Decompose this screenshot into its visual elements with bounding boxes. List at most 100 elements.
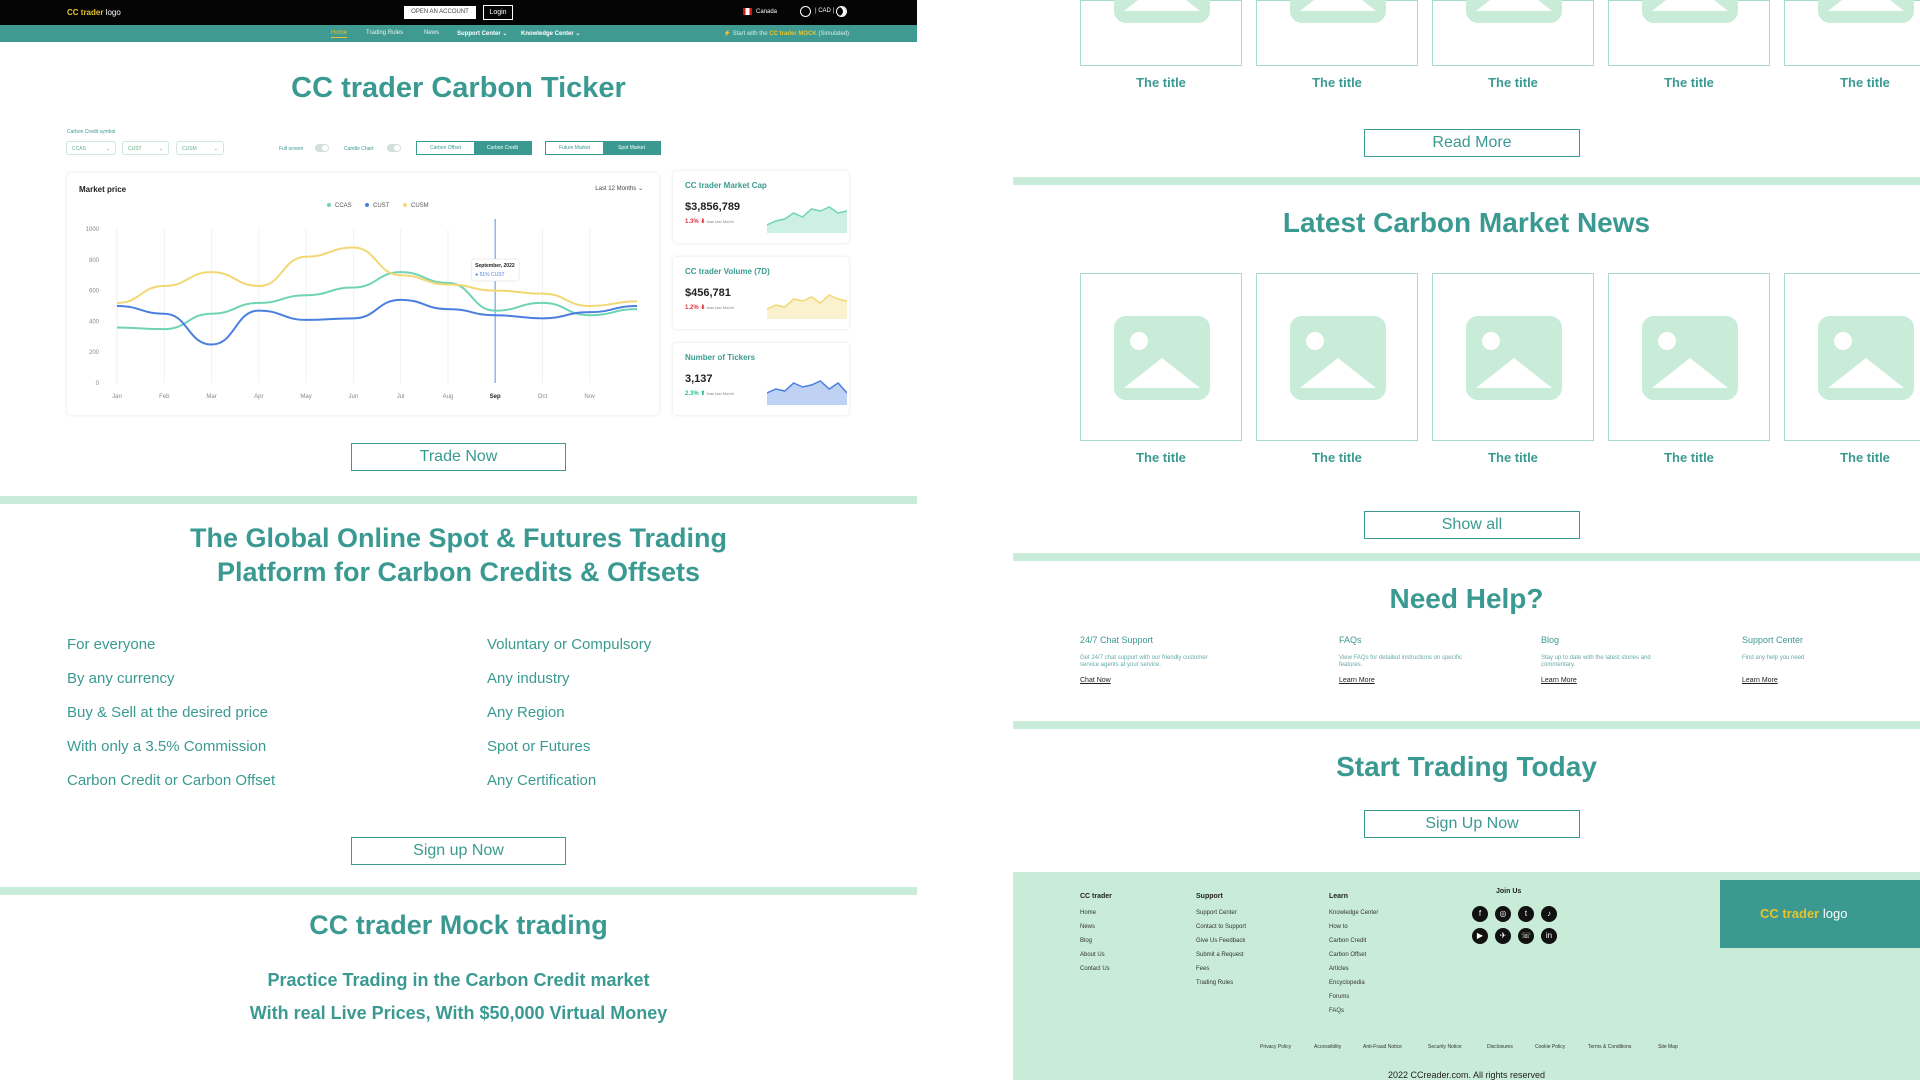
footer: CC trader logo (1013, 872, 1920, 1080)
card-thumbnail[interactable] (1608, 0, 1770, 66)
footer-link[interactable]: Knowledge Center (1329, 910, 1378, 916)
start-trading-signup-button[interactable]: Sign Up Now (1364, 810, 1580, 838)
news-card-thumbnail[interactable] (1080, 273, 1242, 441)
sparkline-chart (767, 294, 847, 319)
canada-flag-icon (743, 8, 752, 15)
currency-selector[interactable]: | CAD | (815, 8, 834, 14)
news-card-thumbnail[interactable] (1608, 273, 1770, 441)
footer-link[interactable]: News (1080, 924, 1095, 930)
tab-future-market[interactable]: Future Market (546, 142, 603, 154)
chat-now-link[interactable]: Chat Now (1080, 677, 1111, 684)
y-tick-label: 600 (89, 289, 100, 295)
nav-trading-rules[interactable]: Trading Rules (366, 30, 403, 36)
feature-item: Voluntary or Compulsory (487, 636, 652, 653)
legal-link[interactable]: Cookie Policy (1535, 1044, 1565, 1050)
market-price-chart[interactable]: Jan Feb Mar Apr May Jun Jul Aug Sep Oct Nov 0 200 400… (67, 173, 659, 415)
whatsapp-icon[interactable]: ☏ (1518, 928, 1534, 944)
section-divider (0, 887, 917, 895)
footer-link[interactable]: Encyclopedia (1329, 980, 1365, 986)
footer-link[interactable]: Carbon Offset (1329, 952, 1366, 958)
footer-link[interactable]: Carbon Credit (1329, 938, 1366, 944)
faqs-learn-more-link[interactable]: Learn More (1339, 677, 1375, 684)
youtube-icon[interactable]: ▶ (1472, 928, 1488, 944)
footer-link[interactable]: How to (1329, 924, 1348, 930)
legal-link[interactable]: Disclosures (1487, 1044, 1513, 1050)
header-logo[interactable]: CC trader logo (67, 8, 121, 17)
footer-link[interactable]: Articles (1329, 966, 1349, 972)
footer-link[interactable]: About Us (1080, 952, 1105, 958)
card-thumbnail[interactable] (1432, 0, 1594, 66)
symbol-select-1[interactable]: CCAS ⌄ (66, 141, 116, 155)
news-card-title[interactable]: The title (1432, 450, 1594, 465)
right-page-panel: The title The title The title The title … (1013, 0, 1920, 1080)
news-card-title[interactable]: The title (1256, 450, 1418, 465)
legal-link[interactable]: Site Map (1658, 1044, 1678, 1050)
legal-link[interactable]: Privacy Policy (1260, 1044, 1291, 1050)
card-thumbnail[interactable] (1784, 0, 1920, 66)
open-account-button[interactable]: OPEN AN ACCOUNT (404, 6, 476, 19)
news-card-thumbnail[interactable] (1432, 273, 1594, 441)
news-card-title[interactable]: The title (1608, 450, 1770, 465)
candle-chart-toggle[interactable] (387, 144, 401, 152)
symbol-select-2-value: CUST (128, 146, 142, 152)
mock-trading-line2: With real Live Prices, With $50,000 Virt… (249, 1003, 668, 1023)
mock-start-banner[interactable]: ⚡ Start with the CC trader MOCK (Simulat… (723, 30, 849, 37)
trade-now-button[interactable]: Trade Now (351, 443, 566, 471)
legal-link[interactable]: Accessibility (1314, 1044, 1341, 1050)
nav-home[interactable]: Home (331, 30, 348, 38)
facebook-icon[interactable]: f (1472, 906, 1488, 922)
news-card-title[interactable]: The title (1784, 450, 1920, 465)
instagram-icon[interactable]: ◎ (1495, 906, 1511, 922)
footer-link[interactable]: Contact Us (1080, 966, 1110, 972)
footer-link[interactable]: Trading Rules (1196, 980, 1233, 986)
platform-signup-button[interactable]: Sign up Now (351, 837, 566, 865)
card-title[interactable]: The title (1256, 75, 1418, 90)
footer-link[interactable]: Submit a Request (1196, 952, 1244, 958)
globe-icon[interactable] (800, 6, 811, 17)
read-more-button[interactable]: Read More (1364, 129, 1580, 157)
footer-link[interactable]: Blog (1080, 938, 1092, 944)
tiktok-icon[interactable]: ♪ (1541, 906, 1557, 922)
tab-spot-market[interactable]: Spot Market (603, 142, 660, 154)
footer-link[interactable]: Give Us Feedback (1196, 938, 1245, 944)
telegram-icon[interactable]: ✈ (1495, 928, 1511, 944)
show-all-news-button[interactable]: Show all (1364, 511, 1580, 539)
tab-carbon-credit[interactable]: Carbon Credit (474, 142, 531, 154)
card-thumbnail[interactable] (1080, 0, 1242, 66)
news-card-thumbnail[interactable] (1256, 273, 1418, 441)
fullscreen-toggle[interactable] (315, 144, 329, 152)
help-title: Need Help? (1389, 583, 1544, 614)
blog-learn-more-link[interactable]: Learn More (1541, 677, 1577, 684)
legal-link[interactable]: Terms & Conditions (1588, 1044, 1631, 1050)
symbol-select-2[interactable]: CUST ⌄ (122, 141, 169, 155)
card-title[interactable]: The title (1784, 75, 1920, 90)
card-thumbnail[interactable] (1256, 0, 1418, 66)
legal-link[interactable]: Security Notice (1428, 1044, 1462, 1050)
nav-knowledge-center[interactable]: Knowledge Center ⌄ (521, 30, 580, 37)
card-title[interactable]: The title (1608, 75, 1770, 90)
x-tick-label: Nov (584, 394, 595, 400)
legal-link[interactable]: Anti-Fraud Notice (1363, 1044, 1402, 1050)
footer-link[interactable]: Forums (1329, 994, 1349, 1000)
login-button[interactable]: Login (483, 5, 513, 20)
mock-trading-title: CC trader Mock trading (309, 910, 608, 940)
country-selector[interactable]: Canada (743, 8, 777, 15)
news-card-title[interactable]: The title (1080, 450, 1242, 465)
support-learn-more-link[interactable]: Learn More (1742, 677, 1778, 684)
tab-carbon-offset[interactable]: Carbon Offset (417, 142, 474, 154)
nav-support-center[interactable]: Support Center ⌄ (457, 30, 507, 37)
twitter-icon[interactable]: t (1518, 906, 1534, 922)
footer-link[interactable]: Home (1080, 910, 1096, 916)
footer-logo[interactable]: CC trader logo (1720, 880, 1920, 948)
footer-link[interactable]: FAQs (1329, 1008, 1344, 1014)
linkedin-icon[interactable]: in (1541, 928, 1557, 944)
card-title[interactable]: The title (1432, 75, 1594, 90)
symbol-select-3[interactable]: CUSM ⌄ (176, 141, 224, 155)
card-title[interactable]: The title (1080, 75, 1242, 90)
footer-link[interactable]: Contact to Support (1196, 924, 1246, 930)
footer-link[interactable]: Support Center (1196, 910, 1237, 916)
news-card-thumbnail[interactable] (1784, 273, 1920, 441)
nav-news[interactable]: News (424, 30, 439, 36)
footer-link[interactable]: Fees (1196, 966, 1209, 972)
dark-mode-moon-icon[interactable] (836, 6, 847, 17)
